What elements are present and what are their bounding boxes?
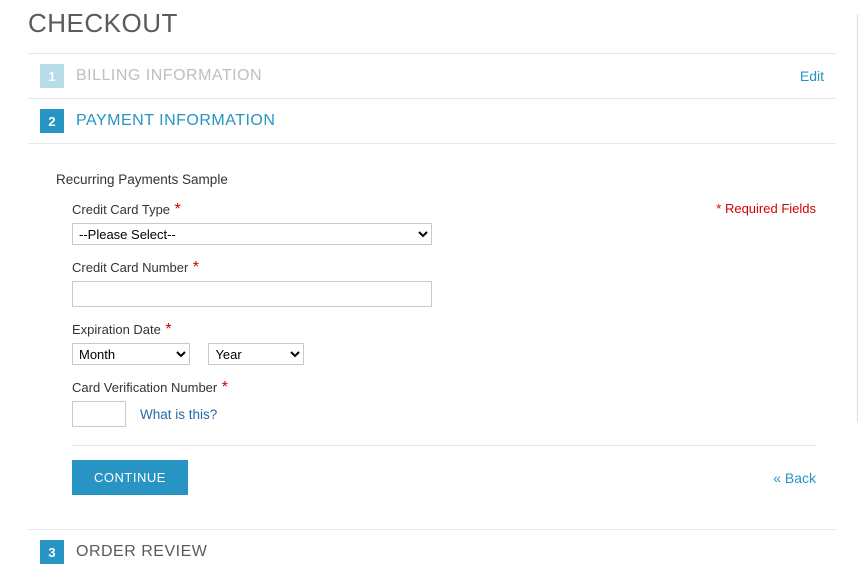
cc-type-group: Credit Card Type * --Please Select-- [72,201,816,245]
cvv-input[interactable] [72,401,126,427]
payment-panel: Recurring Payments Sample * Required Fie… [28,143,836,529]
cc-number-input[interactable] [72,281,432,307]
required-star: * [222,379,228,396]
exp-date-label: Expiration Date [72,322,161,337]
cc-type-label: Credit Card Type [72,202,170,217]
step-title-review: ORDER REVIEW [76,543,207,561]
step-number-2: 2 [40,109,64,133]
continue-button[interactable]: CONTINUE [72,460,188,495]
panel-actions: CONTINUE « Back [72,445,816,519]
required-star: * [193,259,199,276]
edit-billing-link[interactable]: Edit [800,68,824,84]
step-billing-header[interactable]: 1 BILLING INFORMATION Edit [28,53,836,98]
step-number-1: 1 [40,64,64,88]
cc-type-select[interactable]: --Please Select-- [72,223,432,245]
exp-month-select[interactable]: Month [72,343,190,365]
step-number-3: 3 [40,540,64,564]
step-review-header[interactable]: 3 ORDER REVIEW [28,529,836,574]
payment-form: * Required Fields Credit Card Type * --P… [56,201,816,427]
recurring-section-title: Recurring Payments Sample [56,172,816,187]
back-link[interactable]: « Back [773,470,816,486]
exp-year-select[interactable]: Year [208,343,304,365]
step-title-payment: PAYMENT INFORMATION [76,112,275,130]
cvv-what-is-this-link[interactable]: What is this? [140,407,217,422]
required-star: * [165,321,171,338]
exp-date-group: Expiration Date * Month Year [72,321,816,365]
cvv-group: Card Verification Number * What is this? [72,379,816,427]
cc-number-group: Credit Card Number * [72,259,816,307]
page-title: CHECKOUT [28,8,836,39]
step-title-billing: BILLING INFORMATION [76,67,262,85]
cc-number-label: Credit Card Number [72,260,188,275]
required-star: * [174,201,180,218]
right-edge-line [857,14,858,422]
cvv-label: Card Verification Number [72,380,217,395]
required-fields-note: * Required Fields [716,201,816,216]
step-payment-header: 2 PAYMENT INFORMATION [28,98,836,143]
